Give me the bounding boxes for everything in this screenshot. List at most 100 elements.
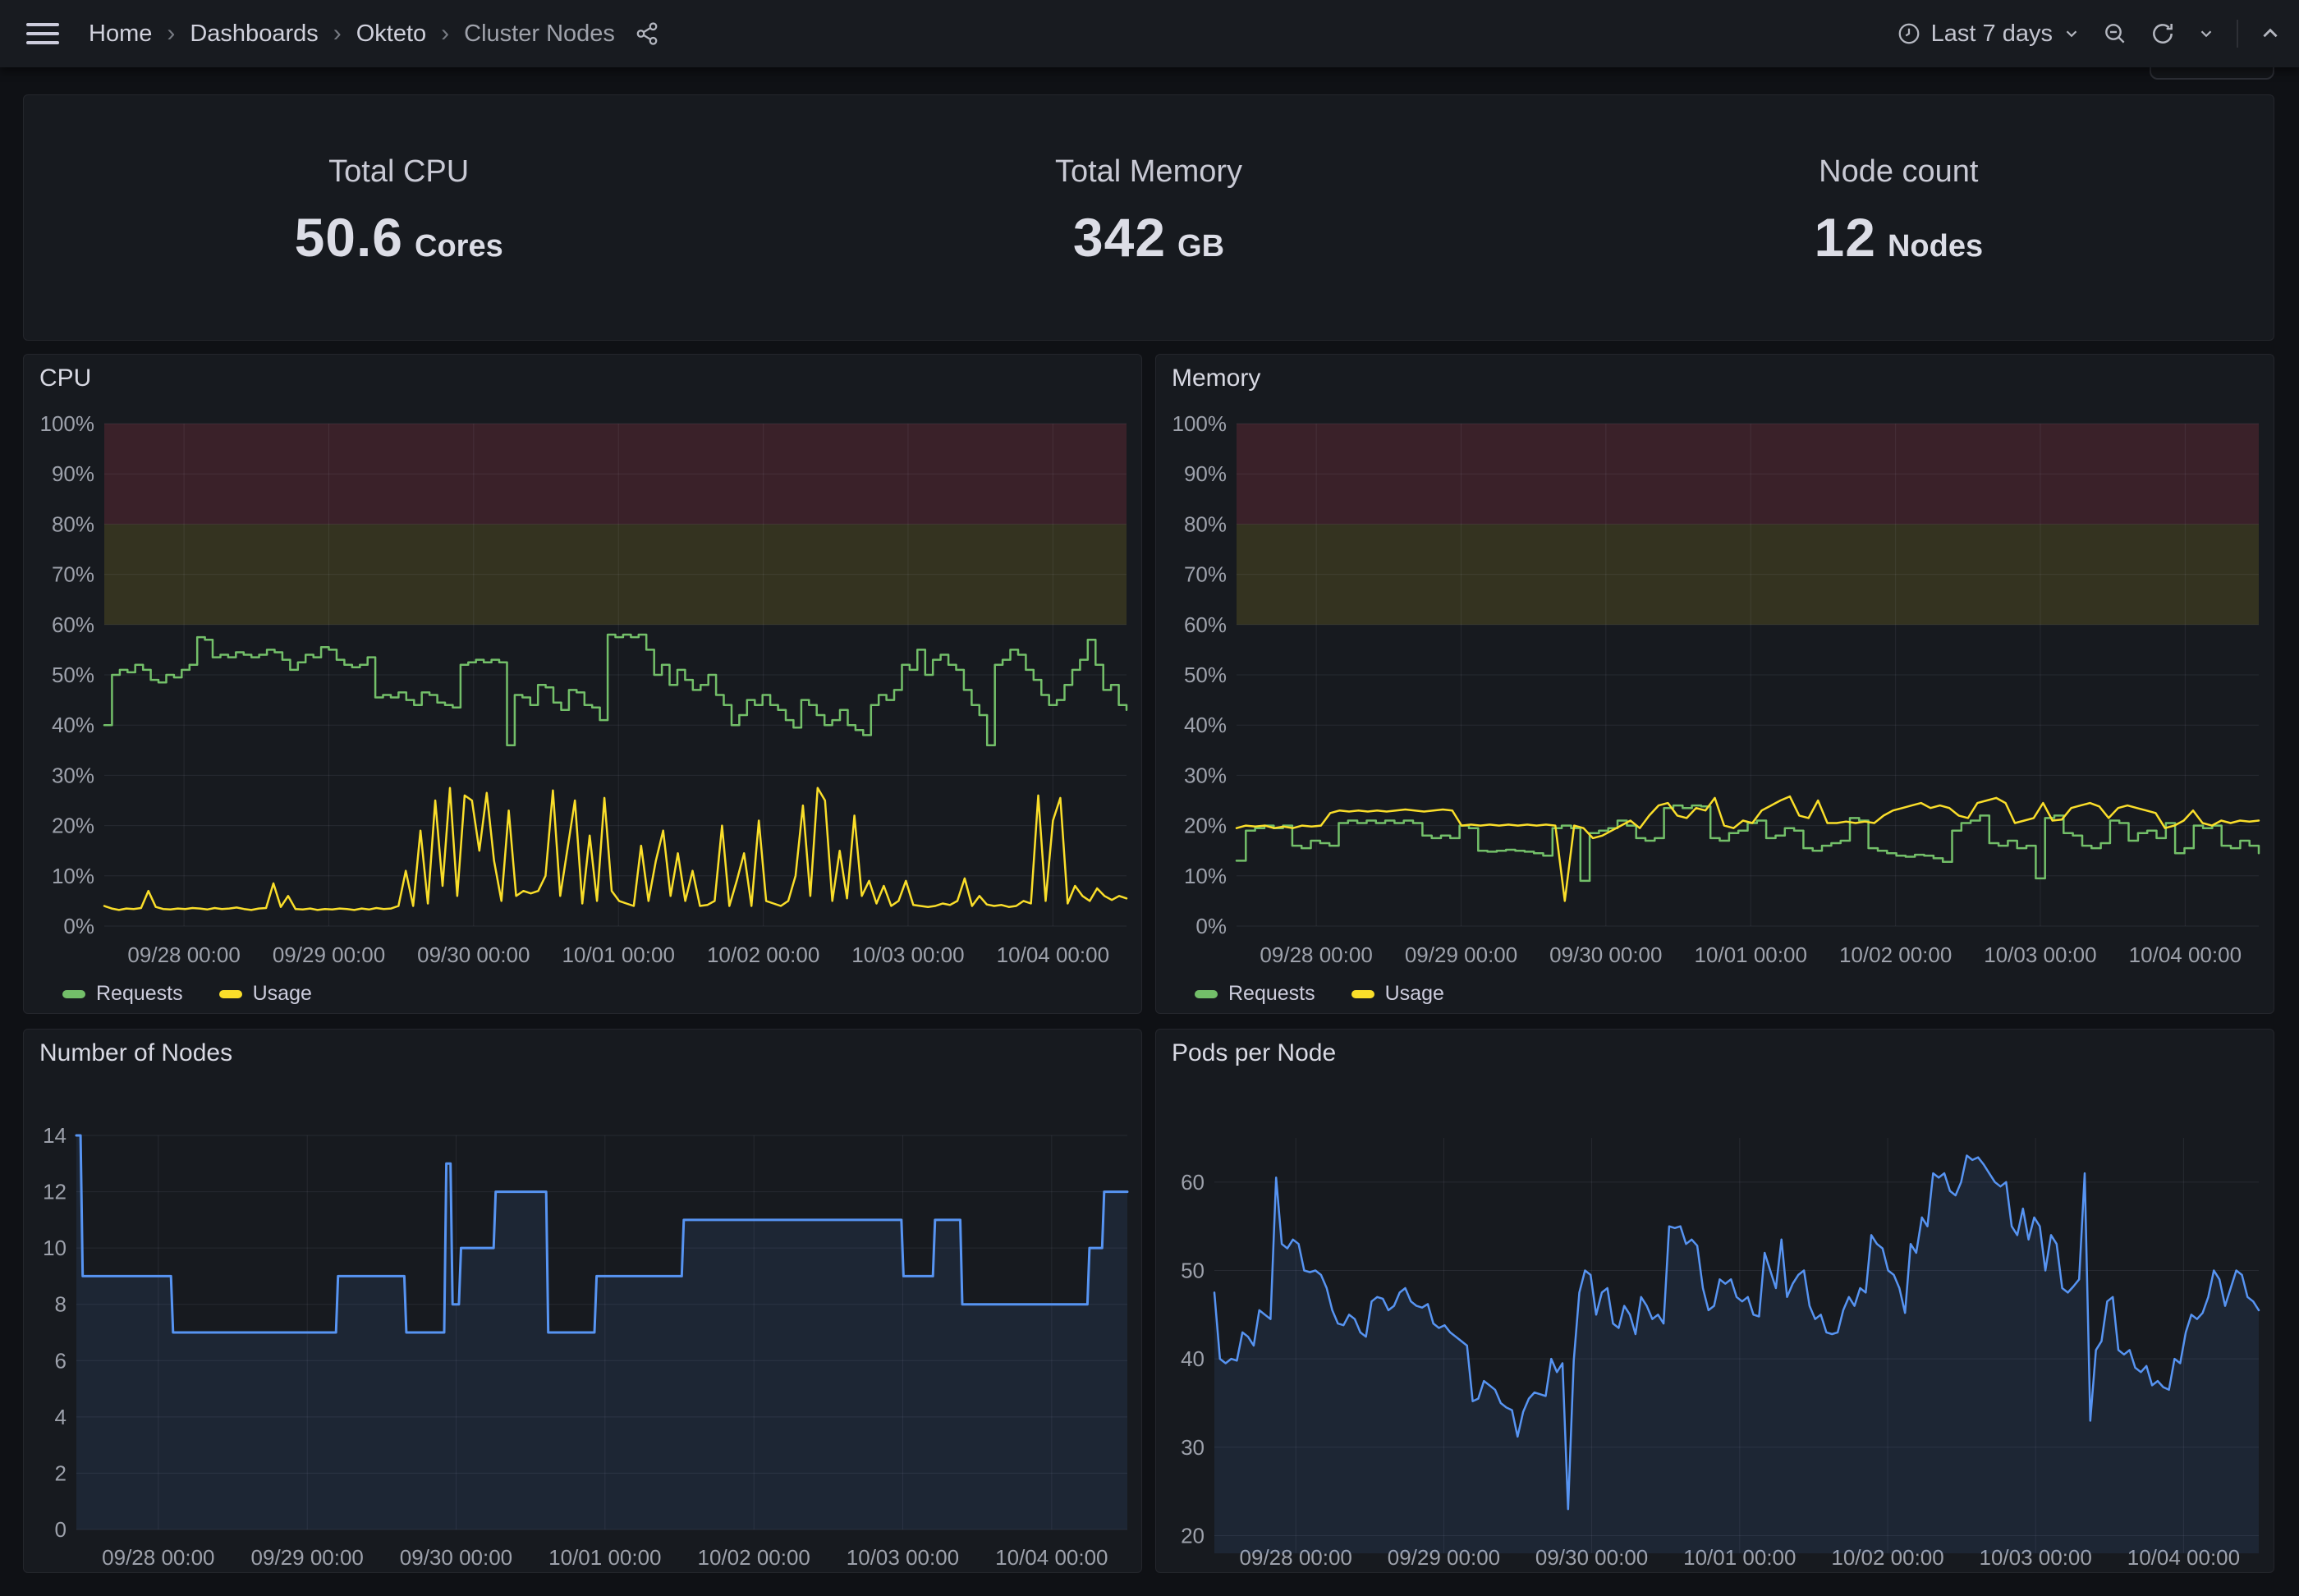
- stat-value: 12: [1815, 206, 1876, 268]
- svg-text:30%: 30%: [52, 763, 94, 787]
- svg-text:100%: 100%: [40, 411, 95, 436]
- svg-text:90%: 90%: [1184, 461, 1227, 486]
- svg-text:0%: 0%: [63, 914, 94, 938]
- toolbar-right-controls: Last 7 days: [1875, 20, 2281, 48]
- breadcrumb-home[interactable]: Home: [89, 21, 152, 48]
- memory-chart[interactable]: 0%10%20%30%40%50%60%70%80%90%100%09/28 0…: [1156, 355, 2274, 1013]
- svg-text:09/30 00:00: 09/30 00:00: [417, 942, 530, 967]
- svg-text:10/04 00:00: 10/04 00:00: [2129, 942, 2242, 967]
- legend-item-usage[interactable]: Usage: [1351, 982, 1444, 1006]
- chevron-right-icon: ›: [441, 20, 449, 48]
- svg-text:70%: 70%: [1184, 562, 1227, 587]
- svg-text:12: 12: [43, 1180, 67, 1204]
- svg-text:8: 8: [55, 1292, 67, 1317]
- chevron-down-icon: [2197, 25, 2215, 43]
- top-toolbar: Home › Dashboards › Okteto › Cluster Nod…: [0, 0, 2299, 67]
- legend-item-requests[interactable]: Requests: [1195, 982, 1315, 1006]
- svg-text:10/04 00:00: 10/04 00:00: [995, 1545, 1108, 1570]
- stat-unit: Cores: [415, 229, 503, 264]
- stat-unit: GB: [1177, 229, 1224, 264]
- svg-text:0%: 0%: [1195, 914, 1227, 938]
- stat-unit: Nodes: [1888, 229, 1983, 264]
- svg-text:10/01 00:00: 10/01 00:00: [548, 1545, 661, 1570]
- zoom-out-icon: [2102, 21, 2128, 47]
- svg-text:09/29 00:00: 09/29 00:00: [251, 1545, 364, 1570]
- zoom-out-button[interactable]: [2102, 21, 2128, 47]
- toolbar-divider: [2237, 20, 2238, 48]
- refresh-interval-dropdown[interactable]: [2197, 25, 2215, 43]
- svg-text:4: 4: [55, 1405, 67, 1429]
- svg-text:40%: 40%: [1184, 713, 1227, 737]
- svg-text:70%: 70%: [52, 562, 94, 587]
- breadcrumb-okteto[interactable]: Okteto: [356, 21, 426, 48]
- breadcrumb-dashboards[interactable]: Dashboards: [190, 21, 318, 48]
- svg-text:40: 40: [1181, 1346, 1205, 1371]
- legend-item-usage[interactable]: Usage: [219, 982, 312, 1006]
- svg-text:09/28 00:00: 09/28 00:00: [127, 942, 240, 967]
- legend-item-requests[interactable]: Requests: [62, 982, 183, 1006]
- stat-value: 342: [1073, 206, 1166, 268]
- time-range-label: Last 7 days: [1931, 21, 2053, 48]
- legend-label: Usage: [1385, 982, 1444, 1006]
- stat-value: 50.6: [295, 206, 403, 268]
- share-icon[interactable]: [635, 21, 659, 46]
- svg-text:10/02 00:00: 10/02 00:00: [698, 1545, 810, 1570]
- svg-text:50: 50: [1181, 1258, 1205, 1282]
- svg-text:40%: 40%: [52, 713, 94, 737]
- svg-text:10/01 00:00: 10/01 00:00: [562, 942, 675, 967]
- time-range-picker[interactable]: Last 7 days: [1897, 21, 2081, 48]
- stat-label: Node count: [1819, 154, 1978, 190]
- svg-text:0: 0: [55, 1517, 67, 1542]
- svg-text:20: 20: [1181, 1523, 1205, 1548]
- svg-text:10/03 00:00: 10/03 00:00: [851, 942, 964, 967]
- svg-text:80%: 80%: [1184, 511, 1227, 536]
- breadcrumb-current-page: Cluster Nodes: [464, 21, 615, 48]
- clock-icon: [1897, 21, 1921, 46]
- svg-text:80%: 80%: [52, 511, 94, 536]
- menu-icon[interactable]: [26, 23, 59, 44]
- stat-total-cpu: Total CPU 50.6 Cores: [24, 89, 773, 333]
- pods-per-node-chart[interactable]: 203040506009/28 00:0009/29 00:0009/30 00…: [1156, 1030, 2274, 1572]
- stat-total-memory: Total Memory 342 GB: [773, 89, 1523, 333]
- svg-text:30: 30: [1181, 1435, 1205, 1460]
- collapse-toolbar-button[interactable]: [2260, 23, 2281, 44]
- svg-text:60%: 60%: [52, 612, 94, 637]
- svg-text:10/03 00:00: 10/03 00:00: [847, 1545, 959, 1570]
- svg-text:14: 14: [43, 1123, 67, 1148]
- stat-label: Total Memory: [1055, 154, 1242, 190]
- dashboard-page: Home › Dashboards › Okteto › Cluster Nod…: [0, 0, 2299, 1596]
- svg-text:09/30 00:00: 09/30 00:00: [400, 1545, 512, 1570]
- svg-text:10/04 00:00: 10/04 00:00: [997, 942, 1109, 967]
- chevron-right-icon: ›: [167, 20, 175, 48]
- cpu-legend: Requests Usage: [62, 982, 312, 1006]
- svg-text:60%: 60%: [1184, 612, 1227, 637]
- chevron-up-icon: [2260, 23, 2281, 44]
- refresh-button[interactable]: [2150, 21, 2176, 47]
- chevron-down-icon: [2063, 25, 2081, 43]
- svg-text:09/29 00:00: 09/29 00:00: [273, 942, 385, 967]
- refresh-icon: [2150, 21, 2176, 47]
- svg-text:09/28 00:00: 09/28 00:00: [102, 1545, 214, 1570]
- number-of-nodes-chart[interactable]: 0 2 4 6 8 10 12 14 09/28 00:00 09/29 00:00 09/30 0…: [24, 1030, 1141, 1572]
- requests-swatch-icon: [1195, 990, 1218, 998]
- svg-text:2: 2: [55, 1461, 67, 1485]
- svg-text:10/01 00:00: 10/01 00:00: [1695, 942, 1807, 967]
- svg-text:10: 10: [43, 1236, 67, 1260]
- usage-swatch-icon: [1351, 990, 1374, 998]
- usage-swatch-icon: [219, 990, 242, 998]
- svg-text:09/30 00:00: 09/30 00:00: [1549, 942, 1662, 967]
- svg-text:10%: 10%: [1184, 864, 1227, 888]
- cpu-panel: CPU 0%10%20%30%40%50%60%70%80%90%100%09/…: [23, 354, 1142, 1014]
- svg-text:20%: 20%: [1184, 814, 1227, 838]
- svg-text:90%: 90%: [52, 461, 94, 486]
- legend-label: Usage: [253, 982, 312, 1006]
- cpu-chart[interactable]: 0%10%20%30%40%50%60%70%80%90%100%09/28 0…: [24, 355, 1141, 1013]
- svg-text:10/03 00:00: 10/03 00:00: [1984, 942, 2096, 967]
- svg-text:6: 6: [55, 1348, 67, 1373]
- svg-text:60: 60: [1181, 1170, 1205, 1195]
- number-of-nodes-panel: Number of Nodes 0246810121409/28 00:0009…: [23, 1029, 1142, 1573]
- stat-label: Total CPU: [328, 154, 469, 190]
- chevron-right-icon: ›: [333, 20, 342, 48]
- svg-text:10/02 00:00: 10/02 00:00: [1839, 942, 1952, 967]
- breadcrumb: Home › Dashboards › Okteto › Cluster Nod…: [89, 20, 615, 48]
